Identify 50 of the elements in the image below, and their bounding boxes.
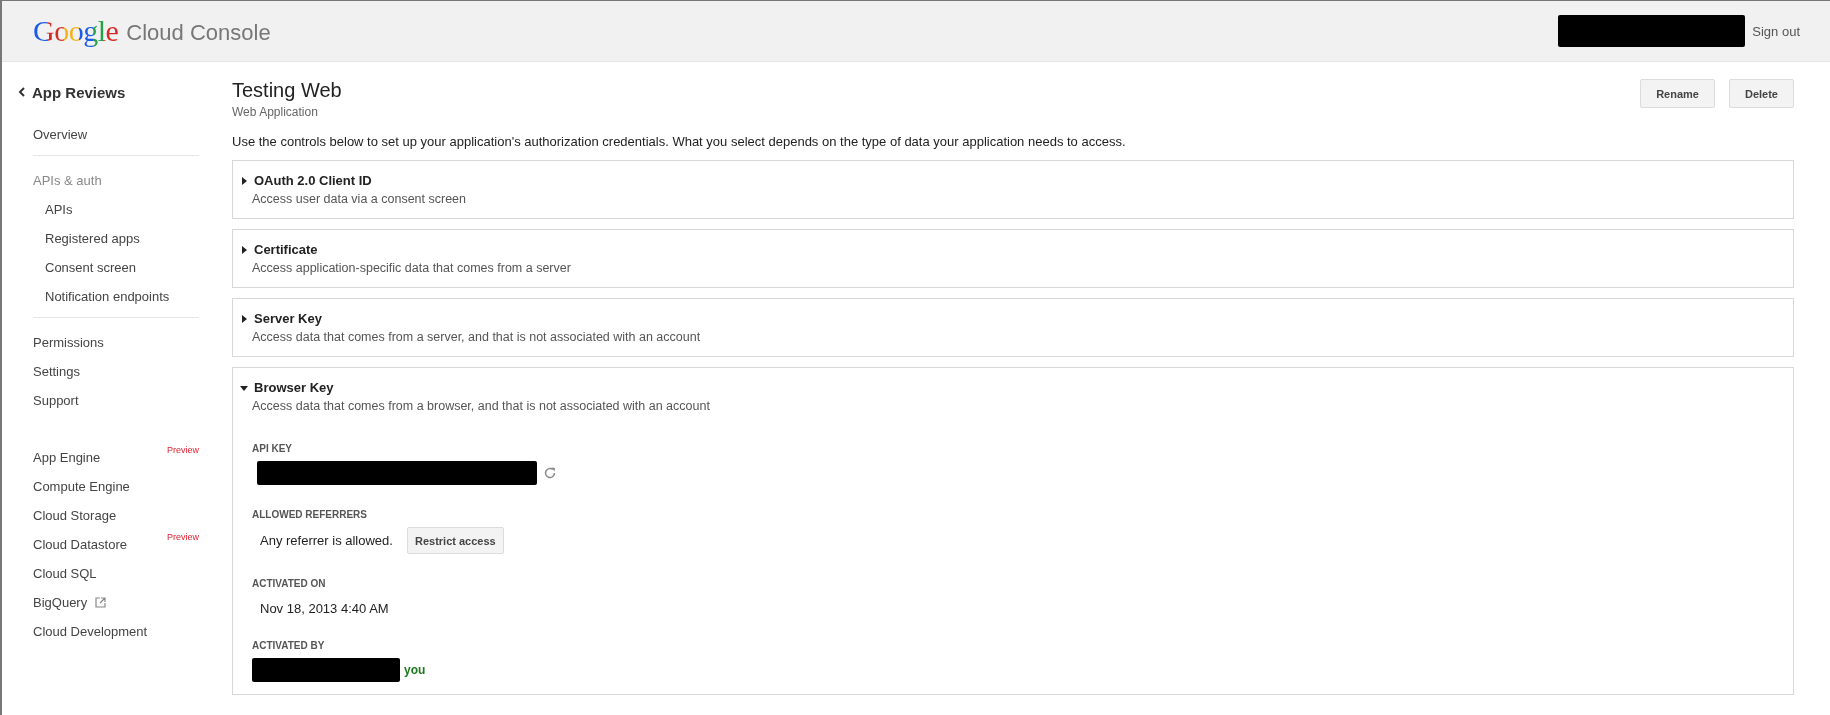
external-link-icon [95,597,107,608]
sidebar-item[interactable]: Settings [33,364,80,379]
expanded-triangle-icon[interactable] [240,383,248,392]
field-label: ALLOWED REFERRERS [252,509,368,520]
card-title[interactable]: OAuth 2.0 Client ID [254,173,372,188]
sidebar-section-heading: APIs & auth [33,172,103,190]
preview-label: Preview [167,532,199,542]
page-subtitle: Web Application [232,105,319,119]
sidebar-item[interactable]: Registered apps [45,231,140,246]
page-title: Testing Web [232,79,342,102]
collapsed-triangle-icon[interactable] [240,176,248,185]
card-title[interactable]: Certificate [254,242,318,257]
project-name: App Reviews [32,83,126,101]
field-label: API KEY [252,443,293,454]
product-name: Cloud Console [126,20,271,46]
field-label: ACTIVATED BY [252,640,326,651]
card-title[interactable]: Server Key [254,311,322,326]
activation-date: Nov 18, 2013 4:40 AM [260,601,389,616]
refresh-icon[interactable] [543,466,557,480]
field-label: ACTIVATED ON [252,578,327,589]
sidebar-item[interactable]: Support [33,393,79,408]
intro-text: Use the controls below to set up your application's authorization credentials. What you select depends on the type of data your application needs to access. [232,134,1127,149]
preview-label: Preview [167,445,199,455]
card-description: Access data that comes from a server, and that is not associated with an account [252,330,702,344]
back-chevron-icon [18,87,25,97]
sidebar-item[interactable]: APIs [45,202,73,217]
rename-button[interactable]: Rename [1640,79,1715,108]
card-title[interactable]: Browser Key [254,380,334,395]
sidebar-item[interactable]: Cloud SQL [33,566,97,581]
card-description: Access data that comes from a browser, and that is not associated with an account [252,399,711,413]
sidebar-item[interactable]: Cloud Datastore [33,537,127,552]
sidebar-item[interactable]: Cloud Development [33,624,148,639]
referrers-text: Any referrer is allowed. [260,533,393,548]
card-description: Access user data via a consent screen [252,192,467,206]
sidebar-item[interactable]: App Engine [33,450,101,465]
collapsed-triangle-icon[interactable] [240,314,248,323]
sidebar-item[interactable]: Cloud Storage [33,508,117,523]
sidebar-item[interactable]: BigQuery [33,595,88,610]
restrict-access-button[interactable]: Restrict access [406,527,504,554]
card-description: Access application-specific data that comes from a server [252,261,572,275]
back-link[interactable]: App Reviews [18,74,186,110]
sidebar-item[interactable]: Permissions [33,335,104,350]
user-label: you [404,663,426,677]
delete-button[interactable]: Delete [1728,79,1794,108]
sidebar-item[interactable]: Overview [33,127,88,142]
collapsed-triangle-icon[interactable] [240,245,248,254]
sign-out-link[interactable]: Sign out [1752,23,1800,39]
sidebar-item[interactable]: Compute Engine [33,479,130,494]
sidebar-item[interactable]: Consent screen [45,260,137,275]
sidebar-item[interactable]: Notification endpoints [45,289,170,304]
